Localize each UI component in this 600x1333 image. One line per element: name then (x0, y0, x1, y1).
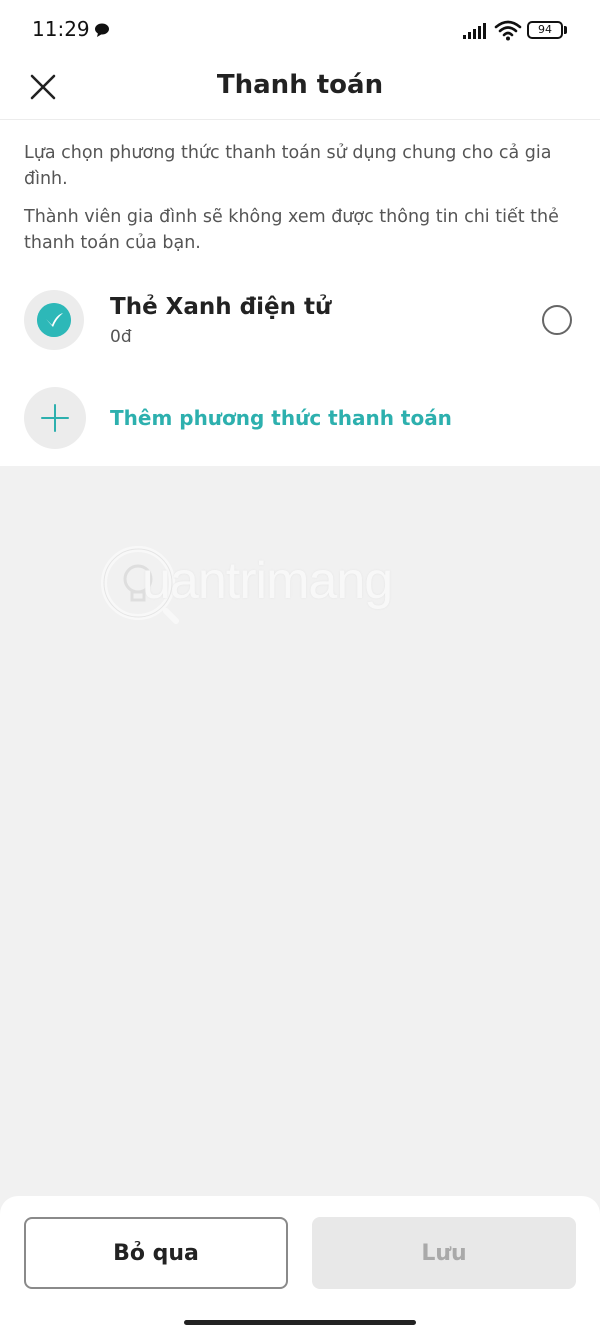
green-card-icon (37, 303, 71, 337)
battery-tip (564, 26, 567, 34)
header: Thanh toán (0, 60, 600, 120)
wifi-icon (494, 20, 522, 41)
payment-method-balance: 0đ (110, 327, 132, 347)
plus-icon (41, 404, 69, 432)
payment-method-icon-container (24, 290, 84, 350)
home-indicator[interactable] (184, 1320, 416, 1325)
description-shared: Lựa chọn phương thức thanh toán sử dụng … (24, 143, 552, 189)
status-bar: 11:29 94 (0, 0, 600, 60)
skip-button[interactable]: Bỏ qua (24, 1217, 288, 1289)
bottom-action-bar: Bỏ qua Lưu (0, 1196, 600, 1333)
page-title: Thanh toán (216, 70, 384, 100)
description-privacy: Thành viên gia đình sẽ không xem được th… (24, 207, 559, 253)
payment-method-radio[interactable] (542, 305, 572, 335)
add-payment-method-button[interactable]: Thêm phương thức thanh toán (0, 384, 600, 454)
add-icon-container (24, 387, 86, 449)
add-payment-method-label: Thêm phương thức thanh toán (110, 406, 452, 430)
status-time: 11:29 (32, 17, 90, 41)
battery-icon: 94 (527, 21, 563, 39)
save-button[interactable]: Lưu (312, 1217, 576, 1289)
watermark-logo: uantrimang (100, 545, 450, 625)
payment-method-name: Thẻ Xanh điện tử (110, 294, 332, 320)
signal-icon (463, 23, 486, 39)
watermark-text: uantrimang (142, 552, 393, 610)
message-icon (95, 23, 109, 37)
payment-method-item[interactable]: Thẻ Xanh điện tử 0đ (0, 280, 600, 360)
